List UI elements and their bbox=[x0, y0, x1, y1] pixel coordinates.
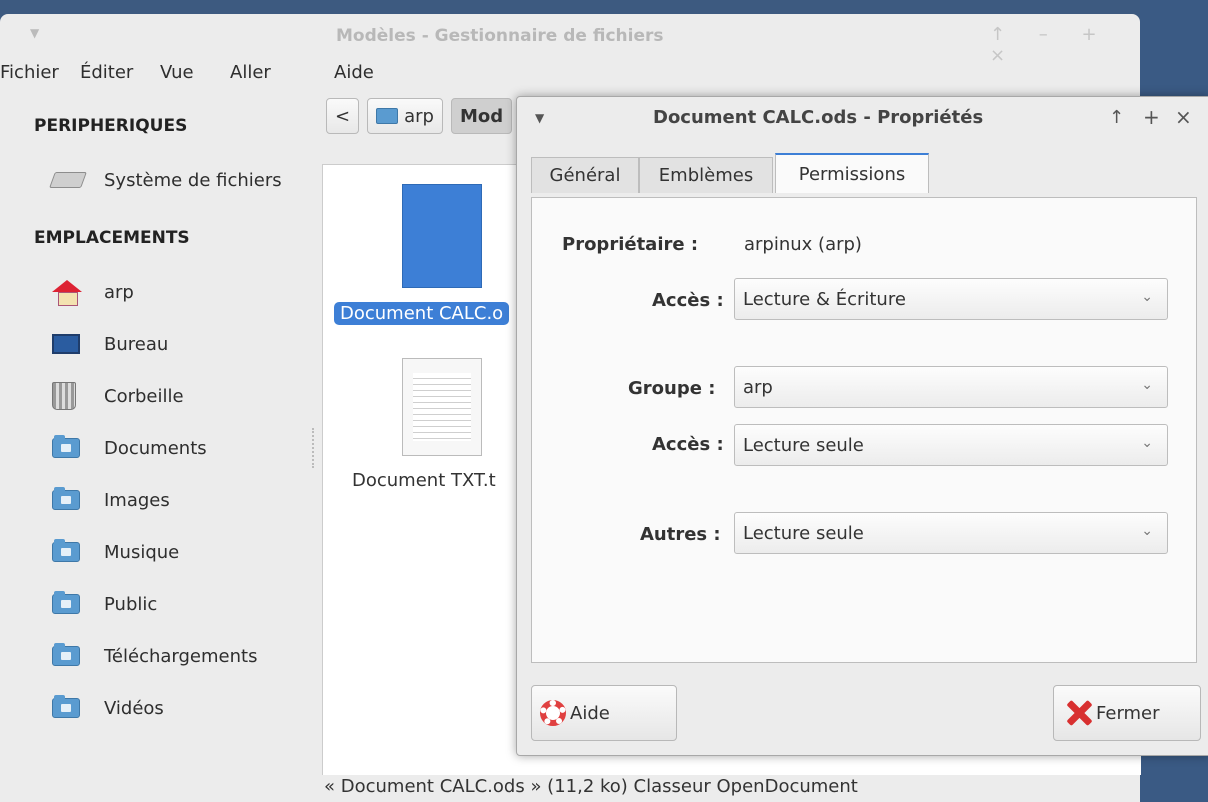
sidebar-item-label: Système de fichiers bbox=[104, 169, 282, 191]
close-x-icon bbox=[1066, 700, 1092, 726]
permissions-panel: Propriétaire : arpinux (arp) Accès : Lec… bbox=[531, 197, 1197, 663]
folder-pictures-icon bbox=[52, 487, 80, 510]
tab-general[interactable]: Général bbox=[531, 157, 639, 193]
menu-aller[interactable]: Aller bbox=[230, 62, 271, 83]
help-button-label: Aide bbox=[570, 702, 610, 724]
folder-videos-icon bbox=[52, 695, 80, 718]
sidebar-item-bureau[interactable]: Bureau bbox=[52, 326, 168, 362]
window-controls[interactable]: ↑ – + × bbox=[990, 24, 1140, 66]
desktop-icon bbox=[52, 334, 80, 354]
chevron-down-icon: ⌄ bbox=[1141, 435, 1153, 451]
window-title: Modèles - Gestionnaire de fichiers bbox=[336, 26, 664, 46]
window-menu-icon[interactable]: ▼ bbox=[30, 26, 39, 40]
owner-label: Propriétaire : bbox=[562, 234, 699, 255]
maximize-icon[interactable]: + bbox=[1143, 105, 1160, 129]
others-label: Autres : bbox=[640, 524, 721, 545]
folder-music-icon bbox=[52, 539, 80, 562]
back-button[interactable]: < bbox=[326, 98, 360, 134]
owner-value: arpinux (arp) bbox=[744, 234, 862, 255]
owner-access-label: Accès : bbox=[652, 290, 724, 311]
path-button-current[interactable]: Mod bbox=[450, 98, 513, 134]
select-value: Lecture seule bbox=[743, 434, 864, 456]
drive-icon bbox=[49, 172, 87, 188]
group-access-select[interactable]: Lecture seule ⌄ bbox=[734, 424, 1168, 466]
owner-access-select[interactable]: Lecture & Écriture ⌄ bbox=[734, 278, 1168, 320]
sidebar-item-images[interactable]: Images bbox=[52, 482, 170, 518]
select-value: Lecture seule bbox=[743, 522, 864, 544]
close-button-label: Fermer bbox=[1096, 702, 1160, 724]
dialog-title: Document CALC.ods - Propriétés bbox=[653, 107, 984, 128]
home-icon bbox=[52, 280, 82, 306]
folder-documents-icon bbox=[52, 435, 80, 458]
sidebar-header-devices: PERIPHERIQUES bbox=[34, 116, 188, 136]
path-button-label: arp bbox=[404, 105, 434, 127]
select-value: arp bbox=[743, 376, 773, 398]
status-bar: « Document CALC.ods » (11,2 ko) Classeur… bbox=[324, 776, 858, 797]
file-manager-titlebar: ▼ Modèles - Gestionnaire de fichiers ↑ –… bbox=[0, 14, 1140, 66]
menu-aide[interactable]: Aide bbox=[334, 62, 374, 83]
sidebar-item-label: Public bbox=[104, 593, 158, 615]
sidebar-item-label: Téléchargements bbox=[104, 645, 258, 667]
dialog-menu-icon[interactable]: ▼ bbox=[535, 111, 544, 125]
keep-above-icon[interactable]: ↑ bbox=[1109, 107, 1124, 128]
help-button[interactable]: Aide bbox=[531, 685, 677, 741]
menu-vue[interactable]: Vue bbox=[160, 62, 194, 83]
tab-emblemes[interactable]: Emblèmes bbox=[639, 157, 773, 193]
sidebar-item-label: Bureau bbox=[104, 333, 169, 355]
pathbar: < arp Mod bbox=[326, 98, 513, 134]
sidebar-header-places: EMPLACEMENTS bbox=[34, 228, 190, 248]
others-access-select[interactable]: Lecture seule ⌄ bbox=[734, 512, 1168, 554]
chevron-down-icon: ⌄ bbox=[1141, 289, 1153, 305]
properties-dialog: ▼ Document CALC.ods - Propriétés ↑ + × G… bbox=[516, 96, 1208, 756]
file-label-selected[interactable]: Document CALC.o bbox=[334, 302, 510, 325]
close-icon[interactable]: × bbox=[1175, 105, 1192, 129]
group-access-label: Accès : bbox=[652, 434, 724, 455]
group-label: Groupe : bbox=[628, 378, 716, 399]
sidebar-item-videos[interactable]: Vidéos bbox=[52, 690, 164, 726]
close-button[interactable]: Fermer bbox=[1053, 685, 1201, 741]
sidebar-item-label: Corbeille bbox=[104, 385, 184, 407]
lifebuoy-icon bbox=[540, 700, 566, 726]
file-label[interactable]: Document TXT.t bbox=[352, 470, 496, 491]
sidebar-item-public[interactable]: Public bbox=[52, 586, 157, 622]
sidebar-item-filesystem[interactable]: Système de fichiers bbox=[49, 162, 282, 198]
sidebar: PERIPHERIQUES Système de fichiers EMPLAC… bbox=[0, 98, 316, 802]
tab-permissions[interactable]: Permissions bbox=[775, 153, 929, 193]
folder-public-icon bbox=[52, 591, 80, 614]
chevron-down-icon: ⌄ bbox=[1141, 377, 1153, 393]
folder-download-icon bbox=[52, 643, 80, 666]
menu-fichier[interactable]: Fichier bbox=[0, 62, 59, 83]
sidebar-item-documents[interactable]: Documents bbox=[52, 430, 207, 466]
group-select[interactable]: arp ⌄ bbox=[734, 366, 1168, 408]
menu-editer[interactable]: Éditer bbox=[80, 62, 133, 83]
trash-icon bbox=[52, 382, 76, 410]
spreadsheet-file-icon[interactable] bbox=[402, 184, 482, 288]
select-value: Lecture & Écriture bbox=[743, 288, 906, 310]
sidebar-item-label: arp bbox=[104, 281, 134, 303]
text-file-icon[interactable] bbox=[402, 358, 482, 456]
chevron-down-icon: ⌄ bbox=[1141, 523, 1153, 539]
sidebar-item-arp[interactable]: arp bbox=[52, 274, 134, 310]
home-folder-icon bbox=[376, 108, 399, 124]
sidebar-item-label: Vidéos bbox=[104, 697, 164, 719]
sidebar-item-corbeille[interactable]: Corbeille bbox=[52, 378, 184, 414]
dialog-titlebar: ▼ Document CALC.ods - Propriétés ↑ + × bbox=[517, 97, 1208, 141]
sidebar-item-musique[interactable]: Musique bbox=[52, 534, 179, 570]
pane-resize-handle[interactable] bbox=[312, 428, 317, 468]
sidebar-item-telechargements[interactable]: Téléchargements bbox=[52, 638, 257, 674]
sidebar-item-label: Documents bbox=[104, 437, 207, 459]
sidebar-item-label: Musique bbox=[104, 541, 180, 563]
path-button-home[interactable]: arp bbox=[367, 98, 443, 134]
sidebar-item-label: Images bbox=[104, 489, 170, 511]
